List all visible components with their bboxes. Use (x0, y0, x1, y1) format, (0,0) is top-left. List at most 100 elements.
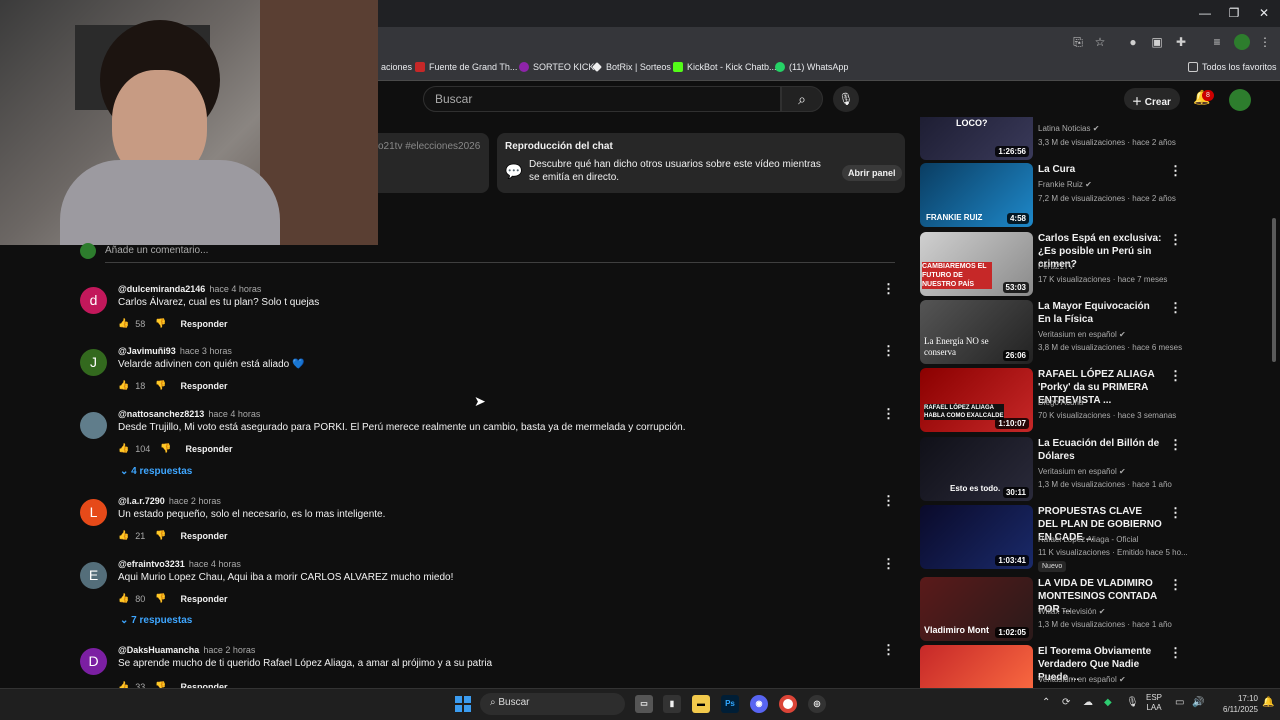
channel-name[interactable]: Latina Noticias ✔ (1038, 124, 1099, 133)
dislike-icon[interactable]: 👎 (155, 530, 166, 541)
dislike-icon[interactable]: 👎 (155, 593, 166, 604)
bookmark-item[interactable]: SORTEO KICK (519, 62, 594, 72)
avatar[interactable]: J (80, 349, 107, 376)
dislike-icon[interactable]: 👎 (155, 318, 166, 329)
comment-time[interactable]: hace 2 horas (169, 496, 221, 506)
scrollbar-thumb[interactable] (1272, 218, 1276, 362)
star-icon[interactable]: ☆ (1092, 34, 1108, 50)
photoshop-icon[interactable]: Ps (721, 695, 739, 713)
clock[interactable]: 17:10 6/11/2025 (1208, 693, 1258, 715)
bookmark-item[interactable]: aciones (381, 62, 412, 72)
add-comment-input[interactable]: Añade un comentario... (105, 245, 895, 263)
app-icon[interactable]: ▮ (663, 695, 681, 713)
discord-icon[interactable]: ◉ (750, 695, 768, 713)
comment-time[interactable]: hace 3 horas (180, 346, 232, 356)
mic-icon[interactable]: 🎙 (833, 86, 859, 112)
cloud-icon[interactable]: ☁ (1083, 697, 1093, 708)
description-card[interactable]: o21tv #elecciones2026 (378, 133, 489, 193)
view-replies-button[interactable]: ⌄ 4 respuestas (120, 466, 192, 477)
related-video[interactable]: Vladimiro Mont 1:02:05 LA VIDA DE VLADIMI… (920, 577, 1182, 641)
channel-name[interactable]: Willax Televisión ✔ (1038, 607, 1105, 616)
bookmark-item[interactable]: Fuente de Grand Th... (415, 62, 517, 72)
close-button[interactable]: ✕ (1247, 0, 1280, 27)
more-icon[interactable]: ⋮ (1169, 505, 1182, 521)
dislike-icon[interactable]: 👎 (155, 380, 166, 391)
create-button[interactable]: ＋ Crear (1124, 88, 1180, 110)
taskbar-search[interactable]: ⌕ Buscar (480, 693, 625, 715)
more-icon[interactable]: ⋮ (882, 406, 895, 422)
comment-author[interactable]: @l.a.r.7290 (118, 496, 165, 506)
more-icon[interactable]: ⋮ (1169, 368, 1182, 384)
bookmark-item[interactable]: BotRix | Sorteos (592, 62, 671, 72)
reply-button[interactable]: Responder (180, 594, 227, 604)
open-panel-button[interactable]: Abrir panel (842, 165, 902, 181)
puzzle-icon[interactable]: ✚ (1173, 34, 1189, 50)
cast-icon[interactable]: ⎘ (1070, 34, 1086, 50)
channel-name[interactable]: Peru21TV (1038, 262, 1074, 271)
avatar[interactable]: d (80, 287, 107, 314)
extension2-icon[interactable]: ▣ (1149, 34, 1165, 50)
profile-icon[interactable] (1234, 34, 1250, 50)
like-icon[interactable]: 👍 (118, 443, 129, 454)
avatar[interactable] (1229, 89, 1251, 111)
related-video[interactable]: Esto es todo. 30:11 La Ecuación del Billó… (920, 437, 1182, 501)
related-video[interactable]: El Teorema Obviamente Verdadero Que Nadi… (920, 645, 1182, 688)
video-thumbnail[interactable]: Vladimiro Mont 1:02:05 (920, 577, 1033, 641)
related-video[interactable]: LOCO? 1:26:56 Latina Noticias ✔ 3,3 M de … (920, 117, 1182, 160)
avatar[interactable]: E (80, 562, 107, 589)
search-input[interactable]: Buscar (423, 86, 781, 112)
related-video[interactable]: FRANKIE RUIZ 4:58 La Cura Frankie Ruiz ✔ … (920, 163, 1182, 227)
video-title[interactable]: La Ecuación del Billón de Dólares (1038, 437, 1163, 463)
network-icon[interactable]: ▭ (1175, 697, 1184, 708)
language-indicator[interactable]: ESP LAA (1146, 693, 1162, 713)
tray-icon[interactable]: ⟳ (1062, 697, 1070, 708)
windows-start-icon[interactable] (455, 696, 471, 712)
chrome-icon[interactable] (779, 695, 797, 713)
reply-button[interactable]: Responder (185, 444, 232, 454)
notification-center-icon[interactable]: 🔔 (1262, 697, 1274, 708)
comment-time[interactable]: hace 2 horas (203, 645, 255, 655)
search-icon[interactable]: ⌕ (781, 86, 823, 112)
maximize-button[interactable]: ❐ (1217, 0, 1251, 27)
more-icon[interactable]: ⋮ (1169, 437, 1182, 453)
avatar[interactable]: D (80, 648, 107, 675)
more-icon[interactable]: ⋮ (882, 493, 895, 509)
channel-name[interactable]: Diego Acuña (1038, 398, 1083, 407)
like-icon[interactable]: 👍 (118, 318, 129, 329)
file-explorer-icon[interactable]: ▬ (692, 695, 710, 713)
reply-button[interactable]: Responder (180, 531, 227, 541)
video-title[interactable]: La Mayor Equivocación En la Física (1038, 300, 1163, 326)
video-thumbnail[interactable]: CAMBIAREMOS EL FUTURO DE NUESTRO PAÍS 53:… (920, 232, 1033, 296)
more-icon[interactable]: ⋮ (1169, 577, 1182, 593)
related-video[interactable]: RAFAEL LÓPEZ ALIAGA HABLA COMO EXALCALDE… (920, 368, 1182, 432)
comment-author[interactable]: @nattosanchez8213 (118, 409, 204, 419)
menu-icon[interactable]: ⋮ (1257, 34, 1273, 50)
video-thumbnail[interactable]: RAFAEL LÓPEZ ALIAGA HABLA COMO EXALCALDE… (920, 368, 1033, 432)
more-icon[interactable]: ⋮ (1169, 300, 1182, 316)
tray-app-icon[interactable]: ◆ (1104, 697, 1112, 708)
obs-icon[interactable]: ◎ (808, 695, 826, 713)
media-icon[interactable]: ≡ (1209, 34, 1225, 50)
all-bookmarks[interactable]: Todos los favoritos (1188, 62, 1277, 72)
scrollbar[interactable] (1271, 117, 1277, 688)
microphone-tray-icon[interactable]: 🎙 (1126, 697, 1139, 708)
comment-author[interactable]: @Javimuñi93 (118, 346, 176, 356)
comment-author[interactable]: @DaksHuamancha (118, 645, 199, 655)
video-thumbnail[interactable]: FRANKIE RUIZ 4:58 (920, 163, 1033, 227)
related-video[interactable]: CAMBIAREMOS EL FUTURO DE NUESTRO PAÍS 53:… (920, 232, 1182, 296)
related-video[interactable]: 1:03:41 PROPUESTAS CLAVE DEL PLAN DE GOB… (920, 505, 1188, 572)
dislike-icon[interactable]: 👎 (160, 443, 171, 454)
video-thumbnail[interactable]: La Energía NO se conserva 26:06 (920, 300, 1033, 364)
like-icon[interactable]: 👍 (118, 530, 129, 541)
video-thumbnail[interactable] (920, 645, 1033, 688)
comment-time[interactable]: hace 4 horas (209, 284, 261, 294)
video-thumbnail[interactable]: LOCO? 1:26:56 (920, 117, 1033, 160)
comment-time[interactable]: hace 4 horas (189, 559, 241, 569)
related-video[interactable]: La Energía NO se conserva 26:06 La Mayor … (920, 300, 1182, 364)
bookmark-item[interactable]: (11) WhatsApp (775, 62, 848, 72)
video-title[interactable]: La Cura (1038, 163, 1163, 176)
channel-name[interactable]: Veritasium en español ✔ (1038, 467, 1126, 476)
video-thumbnail[interactable]: 1:03:41 (920, 505, 1033, 569)
bookmark-item[interactable]: KickBot - Kick Chatb... (673, 62, 777, 72)
reply-button[interactable]: Responder (180, 319, 227, 329)
